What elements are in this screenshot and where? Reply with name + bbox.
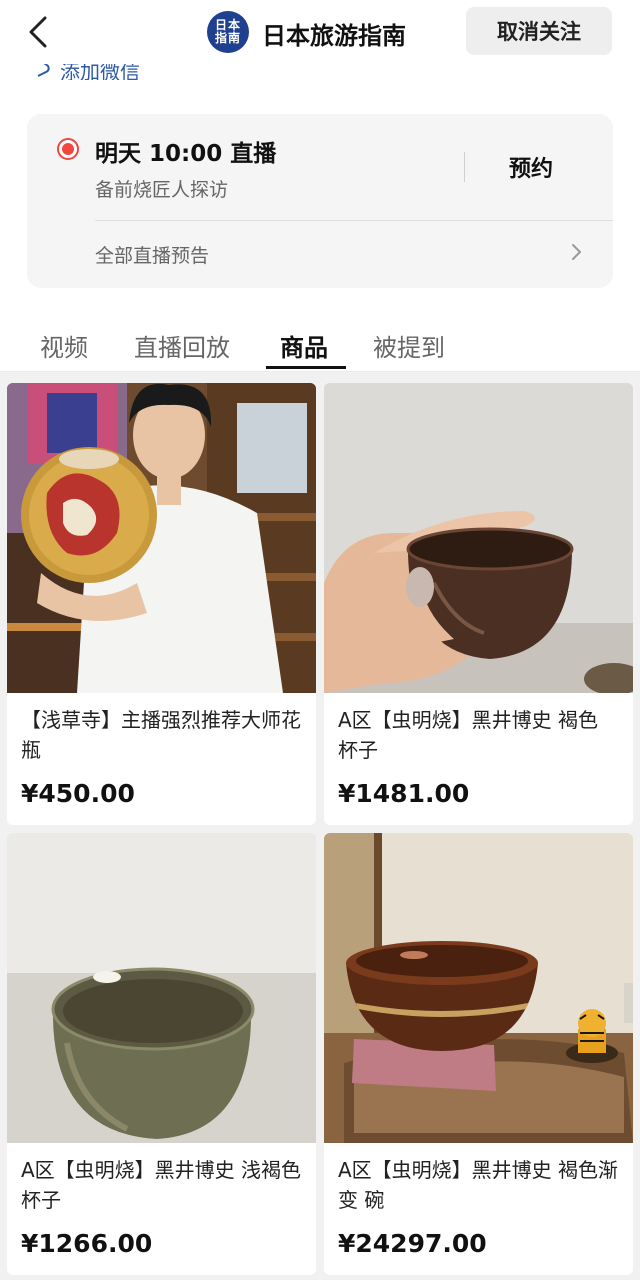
channel-avatar[interactable]: 日本 指南 (207, 11, 249, 53)
product-title: 【浅草寺】主播强烈推荐大师花瓶 (21, 708, 301, 762)
tab-mentioned[interactable]: 被提到 (373, 328, 445, 363)
top-nav-bar: 日本 指南 日本旅游指南 取消关注 (0, 0, 640, 64)
back-button[interactable] (18, 12, 58, 52)
tab-videos[interactable]: 视频 (40, 328, 88, 363)
live-preview-card: 明天 10:00 直播 备前烧匠人探访 预约 全部直播预告 (27, 114, 613, 288)
channel-name: 日本旅游指南 (262, 22, 406, 50)
product-image (7, 383, 316, 693)
product-title: A区【虫明烧】黑井博史 褐色 杯子 (338, 708, 599, 762)
active-tab-indicator (266, 366, 346, 369)
product-card[interactable]: A区【虫明烧】黑井博史 浅褐色 杯子 ¥1266.00 (7, 833, 316, 1275)
product-price: ¥24297.00 (338, 1229, 487, 1258)
tab-products[interactable]: 商品 (280, 328, 328, 363)
product-title: A区【虫明烧】黑井博史 褐色渐变 碗 (338, 1158, 619, 1212)
all-live-previews-link[interactable]: 全部直播预告 (95, 220, 613, 288)
product-card[interactable]: A区【虫明烧】黑井博史 褐色渐变 碗 ¥24297.00 (324, 833, 633, 1275)
product-price: ¥450.00 (21, 779, 135, 808)
channel-logo-bottom-text: 指南 (214, 31, 241, 45)
divider (464, 152, 465, 182)
product-price: ¥1481.00 (338, 779, 470, 808)
content-tabs: 视频 直播回放 商品 被提到 (0, 318, 640, 372)
unfollow-button[interactable]: 取消关注 (466, 7, 612, 55)
product-title: A区【虫明烧】黑井博史 浅褐色 杯子 (21, 1158, 302, 1212)
reserve-button[interactable]: 预约 (483, 150, 579, 184)
chevron-right-icon (572, 244, 581, 260)
product-card[interactable]: A区【虫明烧】黑井博史 褐色 杯子 ¥1481.00 (324, 383, 633, 825)
product-image (7, 833, 316, 1143)
live-status-icon (57, 138, 79, 160)
chevron-left-icon (29, 16, 47, 48)
all-live-previews-label: 全部直播预告 (95, 244, 210, 267)
product-image (324, 383, 633, 693)
live-time: 明天 10:00 直播 (95, 141, 277, 167)
live-subtitle: 备前烧匠人探访 (95, 179, 229, 201)
product-price: ¥1266.00 (21, 1229, 153, 1258)
product-image (324, 833, 633, 1143)
tab-live-replay[interactable]: 直播回放 (134, 328, 230, 363)
product-card[interactable]: 【浅草寺】主播强烈推荐大师花瓶 ¥450.00 (7, 383, 316, 825)
product-grid: 【浅草寺】主播强烈推荐大师花瓶 ¥450.00 A区【虫明烧】黑井博史 褐色 杯… (0, 372, 640, 1280)
